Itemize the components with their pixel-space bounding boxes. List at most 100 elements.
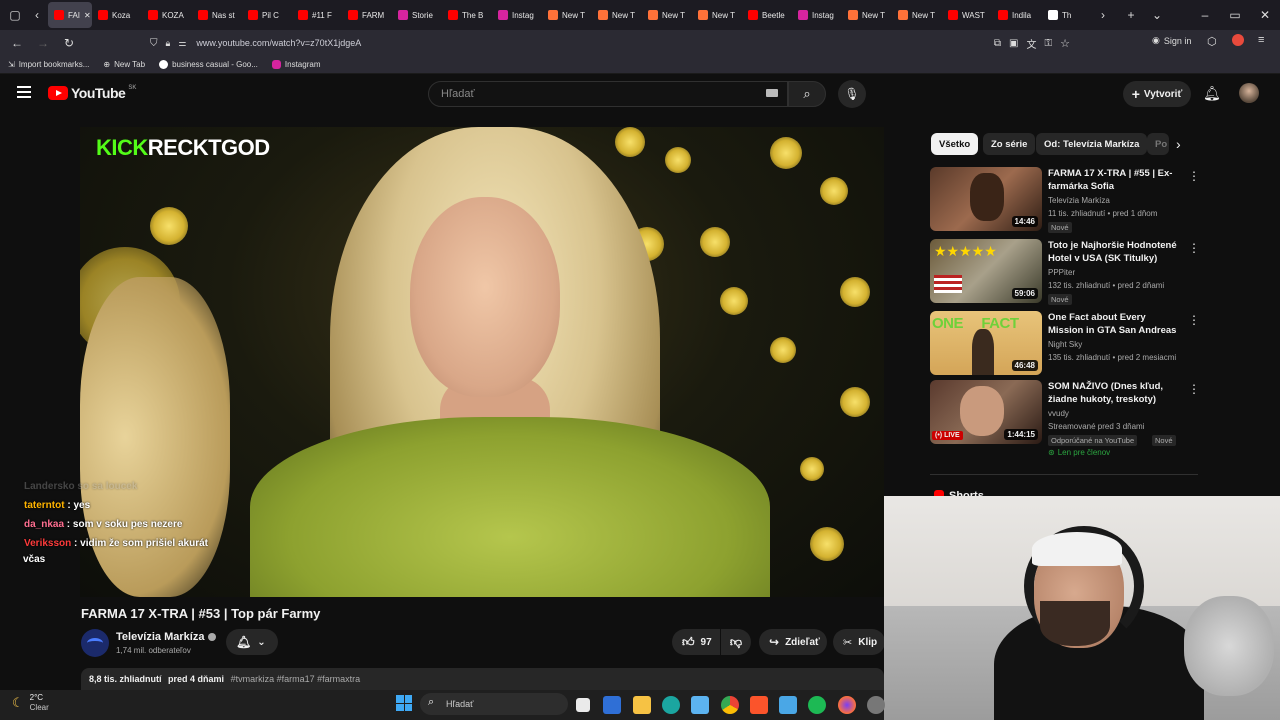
- reload-icon[interactable]: ↻: [58, 32, 80, 54]
- settings-gear-icon[interactable]: [867, 696, 885, 714]
- dislike-button[interactable]: 👎︎: [721, 629, 751, 655]
- edge-icon[interactable]: [662, 696, 680, 714]
- browser-tab[interactable]: KOZA: [142, 2, 192, 28]
- maximize-icon[interactable]: ▭: [1220, 4, 1250, 26]
- recommendation-item[interactable]: ONE FACT 46:48 One Fact about Every Miss…: [930, 311, 1200, 375]
- browser-tab[interactable]: The B: [442, 2, 492, 28]
- chip-more[interactable]: Po: [1147, 133, 1169, 155]
- browser-tab[interactable]: Th: [1042, 2, 1092, 28]
- pip-icon[interactable]: ⧉: [994, 38, 1001, 49]
- firefox-view-icon[interactable]: [1232, 34, 1244, 46]
- translate-icon[interactable]: 文: [1027, 36, 1037, 51]
- bookmark-star-icon[interactable]: ☆: [1060, 37, 1070, 50]
- description-box[interactable]: 8,8 tis. zhliadnutí pred 4 dňami #tvmark…: [81, 668, 884, 690]
- hashtags[interactable]: #tvmarkiza #farma17 #farmaxtra: [231, 674, 361, 684]
- screenshot-icon[interactable]: ▣: [1009, 38, 1018, 49]
- scroll-tabs-right-icon[interactable]: ›: [1092, 4, 1114, 26]
- channel-avatar[interactable]: [81, 629, 109, 657]
- user-avatar[interactable]: [1239, 83, 1259, 103]
- windows-start-icon[interactable]: [396, 695, 412, 711]
- recommendation-thumbnail[interactable]: ONE FACT 46:48: [930, 311, 1042, 375]
- tab-list-icon[interactable]: ▢: [4, 4, 26, 26]
- chips-next-icon[interactable]: ›: [1176, 136, 1181, 152]
- browser-tab[interactable]: Indila: [992, 2, 1042, 28]
- tab-overflow-icon[interactable]: ⌄: [1146, 4, 1168, 26]
- recommendation-item[interactable]: (•) LIVE 1:44:15 SOM NAŽIVO (Dnes kľud, …: [930, 380, 1200, 457]
- sign-in-button[interactable]: ◉ Sign in: [1152, 35, 1191, 46]
- browser-tab[interactable]: New T: [542, 2, 592, 28]
- spotify-icon[interactable]: [808, 696, 826, 714]
- brave-icon[interactable]: [750, 696, 768, 714]
- chrome-icon[interactable]: [721, 696, 739, 714]
- search-input[interactable]: Hľadať: [428, 81, 788, 107]
- url-bar[interactable]: ⛉ 🔒︎ ⚌ www.youtube.com/watch?v=z70tX1jdg…: [150, 33, 1070, 53]
- url-text[interactable]: www.youtube.com/watch?v=z70tX1jdgeA: [196, 38, 361, 48]
- channel-name[interactable]: Televízia Markíza: [116, 631, 217, 643]
- clip-button[interactable]: ✂ Klip: [833, 629, 885, 655]
- browser-tab[interactable]: Storie: [392, 2, 442, 28]
- browser-tab[interactable]: New T: [892, 2, 942, 28]
- recommendation-item[interactable]: ★★★★★ 59:06 Toto je Najhoršie Hodnotené …: [930, 239, 1200, 305]
- bookmark-new-tab[interactable]: ⊕ New Tab: [103, 60, 145, 69]
- taskbar-search-input[interactable]: Hľadať: [420, 693, 568, 715]
- browser-tab[interactable]: Instag: [492, 2, 542, 28]
- recommendation-title[interactable]: SOM NAŽIVO (Dnes kľud, žiadne hukoty, tr…: [1048, 380, 1178, 406]
- recommendation-channel[interactable]: vvudy: [1048, 409, 1069, 418]
- browser-tab[interactable]: #11 F: [292, 2, 342, 28]
- youtube-logo[interactable]: YouTube SK: [48, 85, 136, 101]
- close-window-icon[interactable]: ✕: [1250, 4, 1280, 26]
- more-actions-icon[interactable]: ⋮: [1188, 241, 1200, 255]
- chip-all[interactable]: Všetko: [931, 133, 979, 155]
- recommendation-title[interactable]: One Fact about Every Mission in GTA San …: [1048, 311, 1178, 337]
- recommendation-channel[interactable]: Televízia Markíza: [1048, 196, 1110, 205]
- browser-tab[interactable]: New T: [642, 2, 692, 28]
- photos-icon[interactable]: [691, 696, 709, 714]
- more-actions-icon[interactable]: ⋮: [1188, 169, 1200, 183]
- firefox-icon[interactable]: [838, 696, 856, 714]
- browser-tab[interactable]: Instag: [792, 2, 842, 28]
- bookmark-business-casual[interactable]: business casual - Goo...: [159, 60, 258, 69]
- video-player[interactable]: KICKRECKTGOD: [80, 127, 884, 597]
- voice-search-button[interactable]: 🎙︎: [838, 80, 866, 108]
- notifications-bell-icon[interactable]: 🔔︎: [1203, 85, 1221, 102]
- hamburger-menu-icon[interactable]: [17, 86, 31, 98]
- chip-from-channel[interactable]: Od: Televízia Markíza: [1036, 133, 1148, 155]
- minimize-icon[interactable]: –: [1190, 4, 1220, 26]
- menu-icon[interactable]: ≡: [1258, 34, 1264, 46]
- recommendation-channel[interactable]: PPPiter: [1048, 268, 1075, 277]
- extensions-icon[interactable]: ⬡: [1207, 35, 1217, 48]
- recommendation-channel[interactable]: Night Sky: [1048, 340, 1082, 349]
- bookmark-instagram[interactable]: Instagram: [271, 60, 320, 69]
- new-tab-icon[interactable]: +: [1120, 4, 1142, 26]
- recommendation-title[interactable]: Toto je Najhoršie Hodnotené Hotel v USA …: [1048, 239, 1178, 265]
- browser-tab[interactable]: Pil C: [242, 2, 292, 28]
- shield-icon[interactable]: ⛉: [150, 38, 158, 49]
- like-button[interactable]: 👍︎ 97: [672, 629, 720, 655]
- more-actions-icon[interactable]: ⋮: [1188, 313, 1200, 327]
- browser-tab[interactable]: Beetle: [742, 2, 792, 28]
- back-icon[interactable]: ←: [6, 32, 28, 54]
- browser-tab[interactable]: FAI ✕: [48, 2, 92, 28]
- close-tab-icon[interactable]: ✕: [84, 11, 91, 20]
- browser-tab[interactable]: New T: [692, 2, 742, 28]
- recommendation-item[interactable]: 14:46 FARMA 17 X-TRA | #55 | Ex-farmárka…: [930, 167, 1200, 233]
- browser-tab[interactable]: FARM: [342, 2, 392, 28]
- browser-tab[interactable]: WAST: [942, 2, 992, 28]
- file-explorer-icon[interactable]: [633, 696, 651, 714]
- browser-tab[interactable]: Koza: [92, 2, 142, 28]
- scroll-tabs-left-icon[interactable]: ‹: [26, 4, 48, 26]
- page-settings-icon[interactable]: ⚌: [178, 38, 186, 49]
- task-view-icon[interactable]: [576, 698, 590, 712]
- subscribe-notifications-button[interactable]: 🔔︎ ⌄: [226, 629, 278, 655]
- share-button[interactable]: ↪ Zdieľať: [759, 629, 827, 655]
- weather-widget[interactable]: ☾ 2°C Clear: [12, 693, 49, 713]
- forward-icon[interactable]: →: [32, 32, 54, 54]
- recommendation-title[interactable]: FARMA 17 X-TRA | #55 | Ex-farmárka Sofia: [1048, 167, 1178, 193]
- create-button[interactable]: + Vytvoriť: [1123, 81, 1191, 107]
- recommendation-thumbnail[interactable]: ★★★★★ 59:06: [930, 239, 1042, 303]
- bookmark-import[interactable]: ⇲ Import bookmarks...: [8, 60, 89, 69]
- key-icon[interactable]: ⚿: [1045, 38, 1053, 49]
- recommendation-thumbnail[interactable]: 14:46: [930, 167, 1042, 231]
- microsoft-store-icon[interactable]: [603, 696, 621, 714]
- more-actions-icon[interactable]: ⋮: [1188, 382, 1200, 396]
